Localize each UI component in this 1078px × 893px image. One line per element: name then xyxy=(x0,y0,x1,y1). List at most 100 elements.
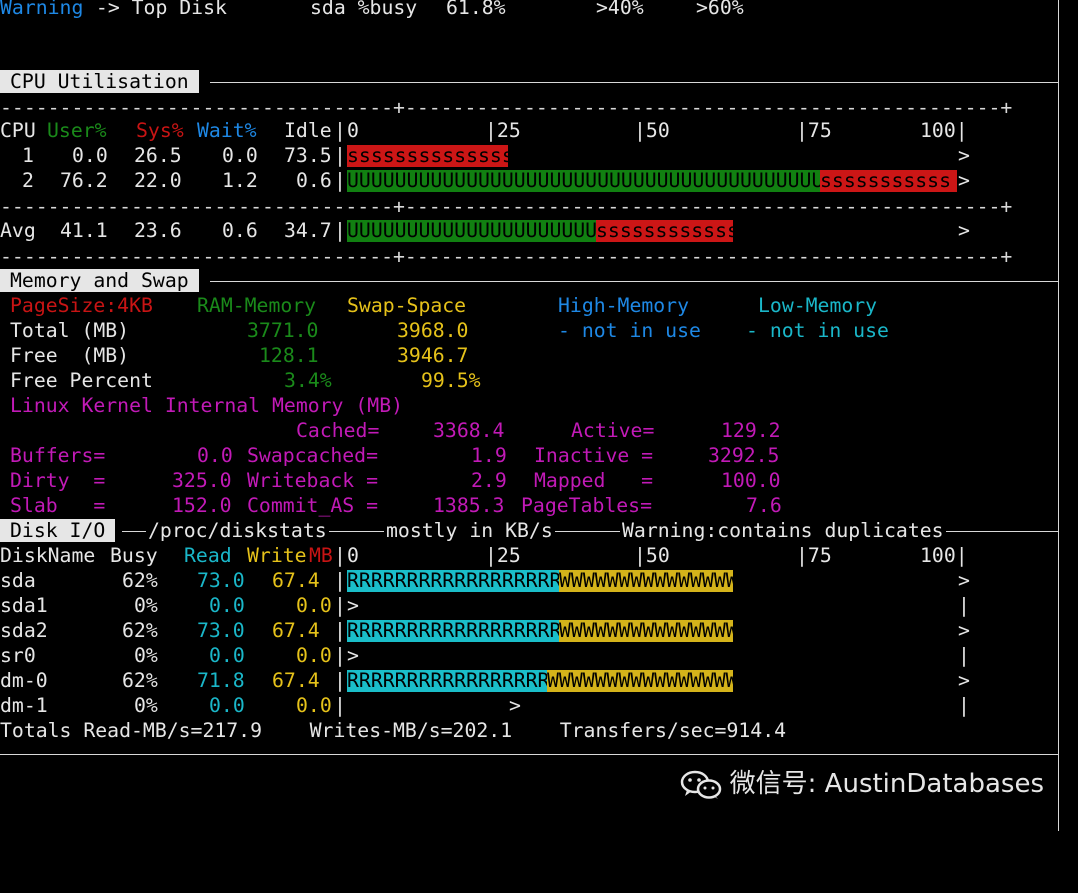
disk-proc-label: /proc/diskstats xyxy=(146,518,329,543)
disk-row-sda2: sda2 62% 73.0 67.4 | > xyxy=(0,618,970,643)
cpu-ruler-top: ---------------------------------+------… xyxy=(0,96,1013,119)
cpu-row-id: 1 xyxy=(22,144,34,167)
screen-right-border xyxy=(1058,0,1059,831)
memory-total-ram: 3771.0 xyxy=(247,319,319,342)
disk-write: 0.0 xyxy=(296,694,332,717)
memory-free-label: Free (MB) xyxy=(10,344,130,367)
cpu-avg-user-bar: UUUUUUUUUUUUUUUUUUUUUUUU xyxy=(347,220,596,242)
disk-scale-25: |25 xyxy=(485,544,521,567)
kernel-buffers-value: 0.0 xyxy=(197,444,233,467)
cpu-row-idle: 0.6 xyxy=(296,169,332,192)
disk-scale-75: |75 xyxy=(796,544,832,567)
disk-header-mb: MB xyxy=(309,544,333,567)
disk-scale-100: 100| xyxy=(920,544,968,567)
disk-sda2-read-bar: RRRRRRRRRRRRRRRRRR xyxy=(347,620,559,642)
disk-header-read: Read xyxy=(184,544,232,567)
kernel-row-2: Buffers= 0.0 Swapcached= 1.9 Inactive = … xyxy=(0,443,779,468)
kernel-title-row: Linux Kernel Internal Memory (MB) xyxy=(0,393,403,418)
disk-read: 73.0 xyxy=(197,569,245,592)
memory-section-title: Memory and Swap xyxy=(0,269,199,292)
disk-sep: | xyxy=(334,619,346,642)
disk-sda-write-bar: WWWWWWWWWWWWWWW xyxy=(559,570,733,592)
memory-free-swap: 3946.7 xyxy=(397,344,469,367)
kernel-cached-label: Cached= xyxy=(296,419,380,442)
cpu-row-id: 2 xyxy=(22,169,34,192)
kernel-swapcached-value: 1.9 xyxy=(471,444,507,467)
disk-busy: 62% xyxy=(122,669,158,692)
watermark-text: 微信号: AustinDatabases xyxy=(729,769,1044,799)
kernel-cached-value: 3368.4 xyxy=(433,419,505,442)
kernel-row-1: Cached= 3368.4 Active= 129.2 xyxy=(0,418,781,443)
cpu-scale-25: |25 xyxy=(485,119,521,142)
disk-read: 0.0 xyxy=(209,594,245,617)
disk-row-dm1: dm-1 0% 0.0 0.0 | > | xyxy=(0,693,970,718)
cpu-avg-label: Avg xyxy=(0,219,36,242)
disk-read: 0.0 xyxy=(209,694,245,717)
cpu-ruler-mid: ---------------------------------+------… xyxy=(0,195,1013,218)
kernel-commit-label: Commit_AS = xyxy=(247,494,379,517)
disk-end: > xyxy=(958,569,970,592)
memory-freepct-row: Free Percent 3.4% 99.5% xyxy=(0,368,481,393)
disk-name: sda xyxy=(0,569,36,592)
cpu-ruler-bottom: ---------------------------------+------… xyxy=(0,245,1013,268)
kernel-active-value: 129.2 xyxy=(721,419,781,442)
cpu-header-sys: Sys% xyxy=(136,119,184,142)
disk-sep: | xyxy=(334,694,346,717)
kernel-writeback-label: Writeback = xyxy=(247,469,379,492)
disk-write: 0.0 xyxy=(296,594,332,617)
disk-dm0-write-bar: WWWWWWWWWWWWWWWW xyxy=(547,670,733,692)
disk-end: | xyxy=(958,594,970,617)
disk-end: > xyxy=(958,619,970,642)
disk-read: 73.0 xyxy=(197,619,245,642)
cpu-avg-sys-bar: ssssssssssss xyxy=(596,220,733,242)
kernel-dirty-value: 325.0 xyxy=(172,469,232,492)
disk-header-name: DiskName xyxy=(0,544,96,567)
disk-totals: Totals Read-MB/s=217.9 Writes-MB/s=202.1… xyxy=(0,719,787,742)
warning-line: Warning -> Top Disk sda %busy 61.8% >40%… xyxy=(0,0,744,20)
cpu-2-user-bar: UUUUUUUUUUUUUUUUUUUUUUUUUUUUUUUUUUUUUUUU… xyxy=(347,170,820,192)
memory-free-row: Free (MB) 128.1 3946.7 xyxy=(0,343,468,368)
cpu-avg-user: 41.1 xyxy=(60,219,108,242)
kernel-mapped-value: 100.0 xyxy=(721,469,781,492)
disk-scale-sep: | xyxy=(334,544,346,567)
cpu-row-user: 76.2 xyxy=(60,169,108,192)
cpu-row-2: 2 76.2 22.0 1.2 0.6 | > xyxy=(0,168,970,193)
memory-header-row: PageSize:4KB RAM-Memory Swap-Space High-… xyxy=(0,293,877,318)
disk-row-sr0: sr0 0% 0.0 0.0 | > | xyxy=(0,643,970,668)
cpu-avg-row: Avg 41.1 23.6 0.6 34.7 | > xyxy=(0,218,970,243)
disk-row-sda1: sda1 0% 0.0 0.0 | > | xyxy=(0,593,970,618)
disk-name: dm-1 xyxy=(0,694,48,717)
disk-write: 67.4 xyxy=(272,619,320,642)
memory-total-label: Total (MB) xyxy=(10,319,130,342)
cpu-scale-0: 0 xyxy=(347,119,359,142)
disk-lead: > xyxy=(347,644,359,667)
disk-write: 67.4 xyxy=(272,669,320,692)
memory-freepct-label: Free Percent xyxy=(10,369,153,392)
cpu-row-wait: 1.2 xyxy=(222,169,258,192)
memory-free-ram: 128.1 xyxy=(259,344,319,367)
warning-label: Warning xyxy=(0,0,84,19)
disk-end: | xyxy=(958,694,970,717)
disk-header-row: DiskName Busy Read Write MB | 0 |25 |50 … xyxy=(0,543,968,568)
memory-total-swap: 3968.0 xyxy=(397,319,469,342)
kernel-swapcached-label: Swapcached= xyxy=(247,444,379,467)
disk-header-busy: Busy xyxy=(110,544,158,567)
warning-disk: sda %busy xyxy=(310,0,418,19)
memory-high-note: - not in use xyxy=(558,319,701,342)
memory-low-header: Low-Memory xyxy=(758,294,878,317)
memory-high-header: High-Memory xyxy=(558,294,690,317)
disk-sda2-write-bar: WWWWWWWWWWWWWWW xyxy=(559,620,733,642)
cpu-row-1: 1 0.0 26.5 0.0 73.5 | > xyxy=(0,143,970,168)
disk-name: sda1 xyxy=(0,594,48,617)
cpu-1-sys-bar: ssssssssssssss xyxy=(347,145,508,167)
kernel-pagetables-label: PageTables= xyxy=(521,494,653,517)
disk-busy: 0% xyxy=(134,694,158,717)
cpu-avg-sys: 23.6 xyxy=(134,219,182,242)
cpu-row-end: > xyxy=(958,169,970,192)
wechat-icon xyxy=(680,770,721,799)
cpu-avg-idle: 34.7 xyxy=(284,219,332,242)
cpu-scale-sep: | xyxy=(334,119,346,142)
disk-busy: 62% xyxy=(122,619,158,642)
kernel-active-label: Active= xyxy=(571,419,655,442)
disk-sda-read-bar: RRRRRRRRRRRRRRRRRR xyxy=(347,570,559,592)
